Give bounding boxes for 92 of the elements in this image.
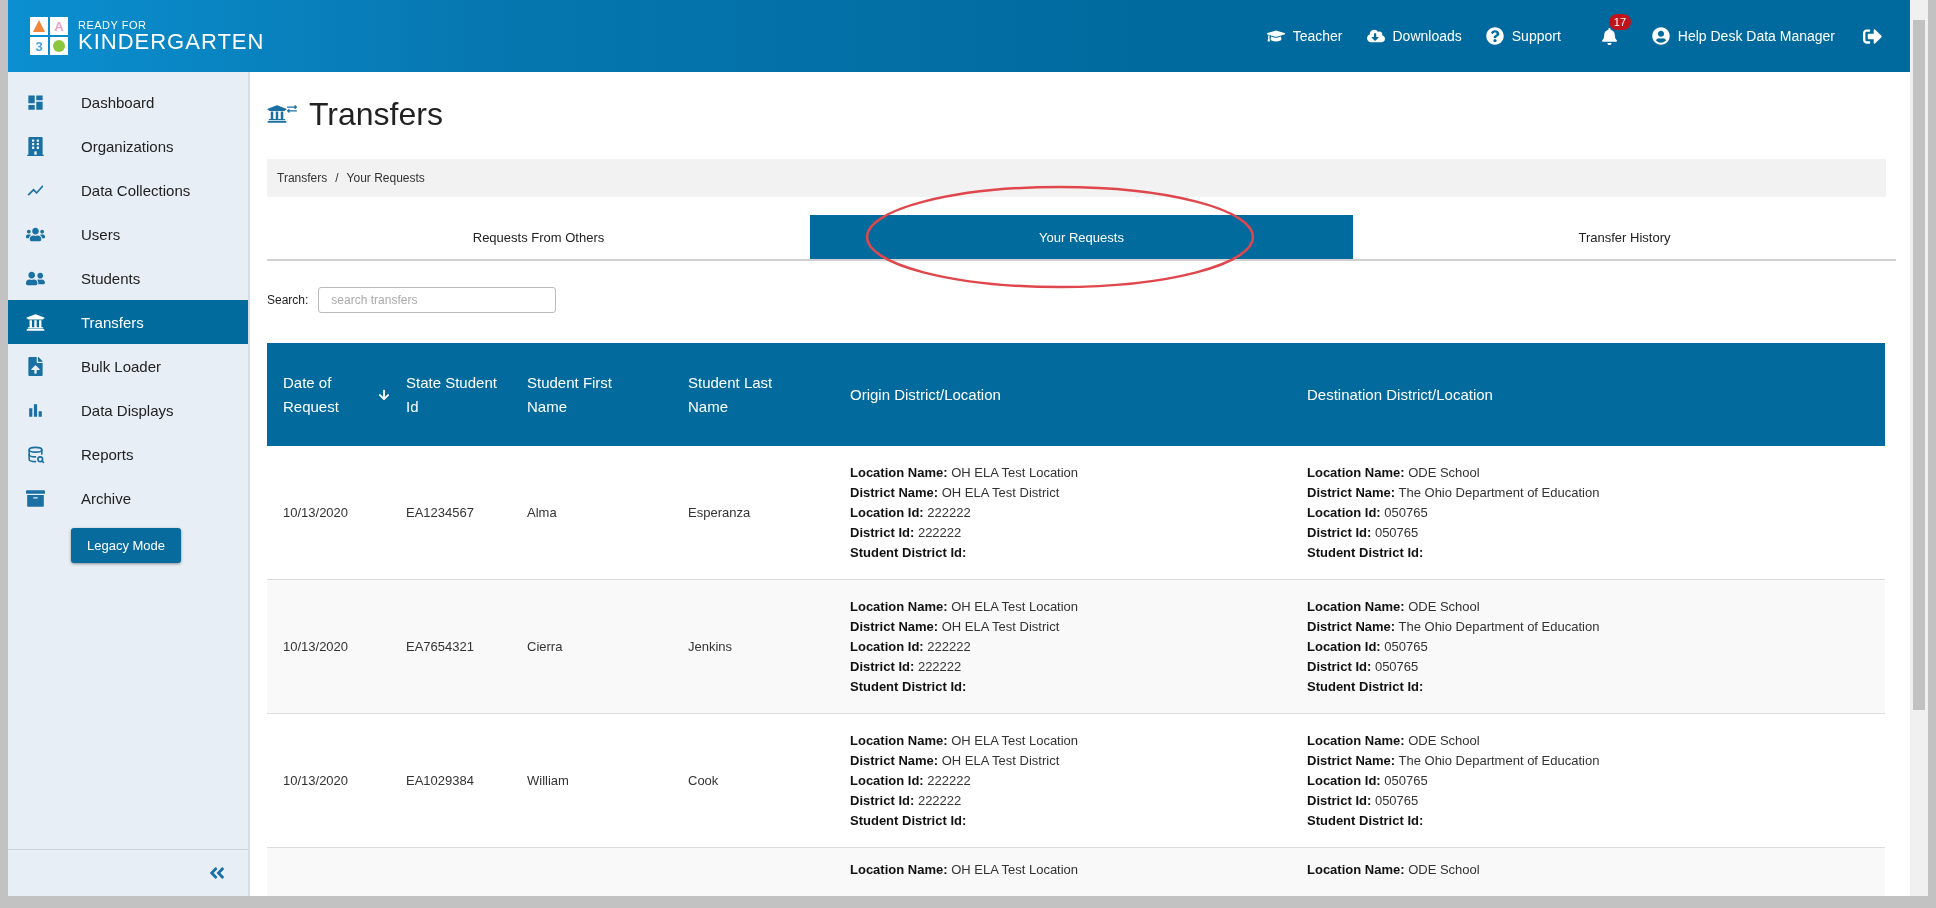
detail-line: Student District Id: <box>1307 543 1425 562</box>
file-upload-icon <box>26 356 45 376</box>
collapse-icon[interactable] <box>208 864 226 882</box>
detail-line: Student District Id: <box>850 543 968 562</box>
user-avatar-icon <box>1651 27 1670 45</box>
detail-line: Location Id: 222222 <box>850 503 972 522</box>
nav-link[interactable]: Support <box>1485 27 1561 45</box>
bell-icon[interactable] <box>1600 27 1618 45</box>
nav-link[interactable]: Teacher <box>1266 27 1343 45</box>
logo-tile: 3 <box>30 37 48 55</box>
detail-line: Location Id: 050765 <box>1307 771 1429 790</box>
column-header[interactable]: Student First Name <box>527 370 619 419</box>
table-cell: EA1029384 <box>406 773 474 788</box>
detail-line: District Id: 222222 <box>850 523 963 542</box>
logout-icon[interactable] <box>1863 26 1882 46</box>
logo-tile: A <box>50 17 68 35</box>
table-cell: Alma <box>527 505 557 520</box>
sidebar-item[interactable]: Transfers <box>8 300 248 344</box>
detail-line: Location Id: 050765 <box>1307 503 1429 522</box>
table-cell: William <box>527 773 569 788</box>
sidebar-item[interactable]: Users <box>8 212 248 256</box>
sidebar-item[interactable]: Students <box>8 256 248 300</box>
user-menu[interactable]: Help Desk Data Manager <box>1651 27 1835 45</box>
detail-line: District Name: The Ohio Department of Education <box>1307 751 1601 770</box>
detail-line: District Name: OH ELA Test District <box>850 751 1061 770</box>
detail-line: Location Id: 222222 <box>850 771 972 790</box>
scrollbar[interactable] <box>1910 0 1928 896</box>
detail-line: Location Id: 050765 <box>1307 637 1429 656</box>
detail-line: District Id: 222222 <box>850 791 963 810</box>
column-header[interactable]: Date of Request <box>283 370 372 419</box>
detail-line: Student District Id: <box>850 811 968 830</box>
sidebar-item[interactable]: Reports <box>8 432 248 476</box>
notification-count: 17 <box>1608 13 1632 30</box>
column-header[interactable]: Destination District/Location <box>1307 382 1493 407</box>
logo-text: KINDERGARTEN <box>78 31 265 53</box>
detail-line: Location Name: OH ELA Test Location <box>850 731 1080 750</box>
detail-line: Location Name: ODE School <box>1307 861 1481 879</box>
table-cell: Esperanza <box>688 505 751 520</box>
table-cell: EA7654321 <box>406 639 474 654</box>
table-cell: Jenkins <box>688 639 733 654</box>
sidebar-item[interactable]: Data Displays <box>8 388 248 432</box>
detail-line: Location Name: OH ELA Test Location <box>850 861 1080 879</box>
table-cell: EA1234567 <box>406 505 474 520</box>
detail-line: Location Name: OH ELA Test Location <box>850 597 1080 616</box>
sidebar-item[interactable]: Dashboard <box>8 80 248 124</box>
table-cell: Cierra <box>527 639 563 654</box>
sidebar-item[interactable]: Archive <box>8 476 248 520</box>
table-cell: 10/13/2020 <box>283 505 349 520</box>
building-icon <box>26 136 45 156</box>
column-header[interactable]: State Student Id <box>406 370 498 419</box>
table-cell: 10/13/2020 <box>283 639 349 654</box>
detail-line: District Name: The Ohio Department of Education <box>1307 617 1601 636</box>
table-cell: 10/13/2020 <box>283 773 349 788</box>
detail-line: Location Name: ODE School <box>1307 731 1481 750</box>
detail-line: District Name: OH ELA Test District <box>850 483 1061 502</box>
detail-line: District Name: OH ELA Test District <box>850 617 1061 636</box>
detail-line: Location Name: ODE School <box>1307 597 1481 616</box>
column-header[interactable]: Origin District/Location <box>850 382 1001 407</box>
detail-line: Student District Id: <box>850 677 968 696</box>
sidebar-item[interactable]: Data Collections <box>8 168 248 212</box>
breadcrumb-item: Your Requests <box>346 171 425 185</box>
logo-text: READY FOR <box>78 19 148 31</box>
help-icon <box>1485 27 1504 45</box>
search-field[interactable]: search transfers <box>318 287 557 313</box>
detail-line: Location Id: 222222 <box>850 637 972 656</box>
sidebar-item[interactable]: Bulk Loader <box>8 344 248 388</box>
detail-line: District Id: 222222 <box>850 657 963 676</box>
page-title: Transfers <box>309 95 443 133</box>
detail-line: Student District Id: <box>1307 677 1425 696</box>
detail-line: Student District Id: <box>1307 811 1425 830</box>
nav-link[interactable]: Downloads <box>1366 27 1462 45</box>
column-header[interactable]: Student Last Name <box>688 370 780 419</box>
sort-arrow-icon[interactable] <box>378 388 390 401</box>
detail-line: Location Name: OH ELA Test Location <box>850 463 1080 482</box>
bank-icon <box>26 312 45 332</box>
breadcrumb-separator: / <box>335 171 339 185</box>
legacy-mode-button[interactable]: Legacy Mode <box>71 528 182 563</box>
database-search-icon <box>26 444 45 464</box>
sidebar-item[interactable]: Organizations <box>8 124 248 168</box>
cloud-download-icon <box>1366 27 1385 45</box>
detail-line: Location Name: ODE School <box>1307 463 1481 482</box>
detail-line: District Id: 050765 <box>1307 791 1420 810</box>
dashboard-icon <box>26 92 45 112</box>
detail-line: District Id: 050765 <box>1307 523 1420 542</box>
detail-line: District Id: 050765 <box>1307 657 1420 676</box>
search-label: Search: <box>267 293 309 307</box>
detail-line: District Name: The Ohio Department of Education <box>1307 483 1601 502</box>
tab[interactable]: Your Requests <box>810 215 1353 259</box>
table-cell: Cook <box>688 773 719 788</box>
archive-icon <box>26 488 45 508</box>
transfer-icon <box>267 104 297 124</box>
breadcrumb-item[interactable]: Transfers <box>277 171 328 185</box>
